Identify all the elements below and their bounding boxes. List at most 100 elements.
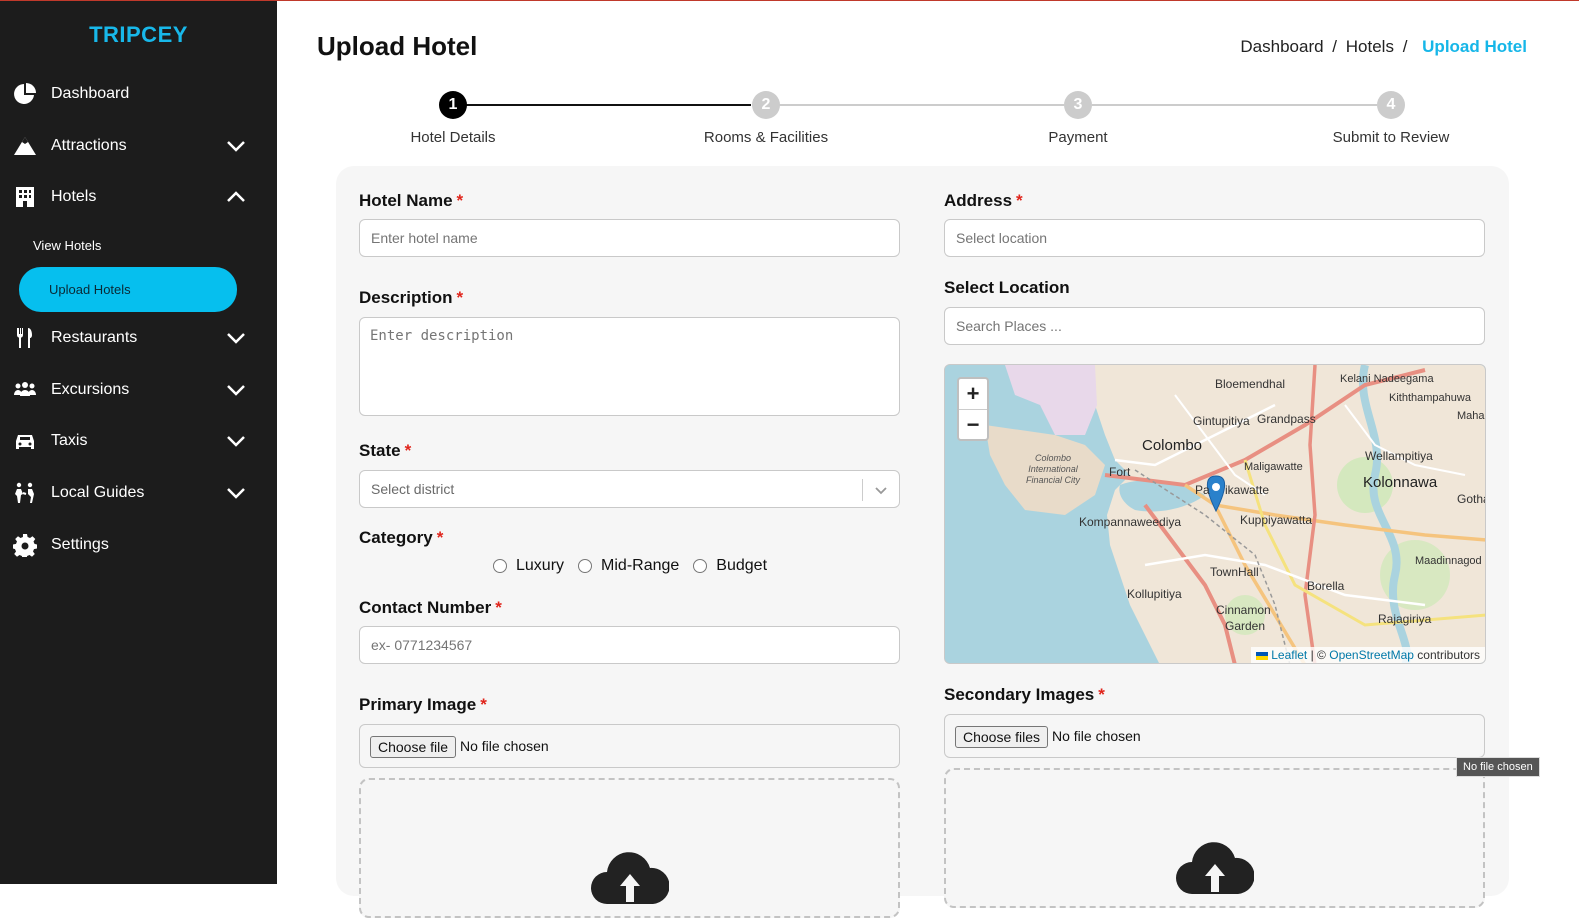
step-2-indicator[interactable]: 2 (752, 91, 780, 119)
utensils-icon (17, 328, 32, 348)
sidebar-item-local-guides[interactable]: Local Guides (0, 473, 277, 513)
chevron-down-icon[interactable] (224, 481, 248, 505)
contact-number-input[interactable] (359, 626, 900, 664)
state-label: State * (359, 441, 411, 461)
breadcrumb-separator: / (1402, 37, 1408, 56)
top-accent-line (0, 0, 1579, 1)
building-icon (16, 187, 34, 207)
map-attribution: Leaflet | © OpenStreetMap contributors (1250, 647, 1485, 663)
required-mark: * (404, 441, 412, 460)
chevron-down-icon[interactable] (224, 378, 248, 402)
stepper-connector (1092, 104, 1377, 106)
sidebar-subitem-upload-hotels[interactable]: Upload Hotels (19, 267, 237, 312)
map-label: Kiththampahuwa (1389, 392, 1471, 404)
required-mark: * (495, 598, 502, 617)
chevron-down-icon[interactable] (224, 429, 248, 453)
state-select[interactable]: Select district (359, 470, 900, 508)
cloud-upload-icon (1176, 842, 1254, 894)
search-places-input[interactable] (944, 307, 1485, 345)
category-option-mid-range[interactable]: Mid-Range (578, 557, 679, 575)
map-label: Borella (1307, 579, 1345, 593)
sidebar-subitem-view-hotels[interactable]: View Hotels (0, 236, 277, 256)
sidebar-item-settings[interactable]: Settings (0, 525, 277, 565)
chevron-up-icon[interactable] (224, 185, 248, 209)
label-text: Address (944, 191, 1013, 210)
map-label: Maha (1457, 410, 1485, 422)
radio-label: Luxury (516, 557, 565, 574)
category-option-luxury[interactable]: Luxury (493, 557, 564, 575)
label-text: Select Location (944, 278, 1070, 297)
required-mark: * (456, 191, 464, 210)
attribution-suffix: contributors (1417, 648, 1480, 662)
secondary-images-dropzone[interactable] (944, 768, 1485, 908)
sidebar-item-restaurants[interactable]: Restaurants (0, 318, 277, 358)
state-select-value: Select district (371, 481, 455, 497)
map-label: Kuppiyawatta (1240, 513, 1313, 527)
label-text: Contact Number (359, 598, 492, 617)
step-3-indicator[interactable]: 3 (1064, 91, 1092, 119)
sidebar-item-label: Excursions (51, 381, 130, 398)
label-text: State (359, 441, 401, 460)
sidebar-item-label: Hotels (51, 188, 97, 205)
leaflet-link[interactable]: Leaflet (1271, 648, 1307, 662)
ukraine-flag-icon (1255, 651, 1268, 660)
radio-label: Budget (716, 557, 768, 574)
openstreetmap-link[interactable]: OpenStreetMap (1329, 648, 1414, 662)
zoom-out-button[interactable]: − (959, 409, 987, 439)
contact-number-label: Contact Number * (359, 598, 502, 618)
file-status: No file chosen (1052, 728, 1141, 744)
description-textarea[interactable] (359, 317, 900, 416)
group-icon (14, 382, 36, 396)
choose-files-button[interactable]: Choose files (955, 726, 1049, 748)
breadcrumb-dashboard[interactable]: Dashboard (1240, 37, 1323, 56)
radio-button[interactable] (493, 559, 507, 573)
map-label: Wellampitiya (1365, 449, 1433, 463)
category-option-budget[interactable]: Budget (693, 557, 767, 575)
sidebar-item-label: Restaurants (51, 329, 138, 346)
sidebar-item-hotels[interactable]: Hotels (0, 177, 277, 217)
label-text: Category (359, 528, 433, 547)
required-mark: * (1016, 191, 1023, 210)
required-mark: * (456, 288, 464, 307)
primary-image-dropzone[interactable] (359, 778, 900, 918)
sidebar-item-dashboard[interactable]: Dashboard (0, 74, 277, 114)
chevron-down-icon[interactable] (224, 134, 248, 158)
category-radio-group: Luxury Mid-Range Budget (493, 557, 781, 575)
gear-icon (13, 534, 37, 557)
step-1-indicator[interactable]: 1 (439, 91, 467, 119)
map-label: Garden (1225, 619, 1266, 633)
sidebar: TRIPCEY Dashboard Attractions Hotels Vie… (0, 0, 277, 884)
secondary-images-file-input[interactable]: Choose files No file chosen (944, 714, 1485, 758)
step-4-label: Submit to Review (1332, 129, 1450, 146)
sidebar-item-taxis[interactable]: Taxis (0, 421, 277, 461)
radio-button[interactable] (693, 559, 708, 573)
breadcrumb-hotels[interactable]: Hotels (1346, 37, 1394, 56)
map-label: Kelani Nadeegama (1340, 373, 1434, 385)
step-4-indicator[interactable]: 4 (1377, 91, 1405, 119)
sidebar-item-attractions[interactable]: Attractions (0, 126, 277, 166)
radio-button[interactable] (578, 559, 593, 573)
chevron-down-icon[interactable] (224, 326, 248, 350)
map-label: Pa (1195, 483, 1210, 497)
sidebar-item-label: Attractions (51, 137, 127, 154)
zoom-in-button[interactable]: + (959, 379, 987, 409)
label-text: Description (359, 288, 453, 307)
address-input[interactable] (944, 219, 1485, 257)
pie-chart-icon (14, 83, 36, 104)
mountain-icon (14, 137, 36, 155)
description-label: Description * (359, 288, 463, 308)
chevron-down-icon[interactable] (873, 482, 889, 498)
choose-file-button[interactable]: Choose file (370, 736, 457, 758)
brand-logo[interactable]: TRIPCEY (0, 22, 277, 48)
label-text: Secondary Images (944, 685, 1095, 704)
sidebar-item-excursions[interactable]: Excursions (0, 370, 277, 410)
car-icon (16, 435, 34, 449)
select-divider (862, 479, 863, 501)
cloud-upload-icon (591, 852, 669, 904)
hotel-name-input[interactable] (359, 219, 900, 257)
map-label: Grandpass (1257, 412, 1316, 426)
stepper-connector (779, 104, 1064, 106)
location-map[interactable]: Bloemendhal Kelani Nadeegama Kiththampah… (944, 364, 1486, 664)
primary-image-file-input[interactable]: Choose file No file chosen (359, 724, 900, 768)
map-label: Maligawatte (1244, 461, 1303, 473)
